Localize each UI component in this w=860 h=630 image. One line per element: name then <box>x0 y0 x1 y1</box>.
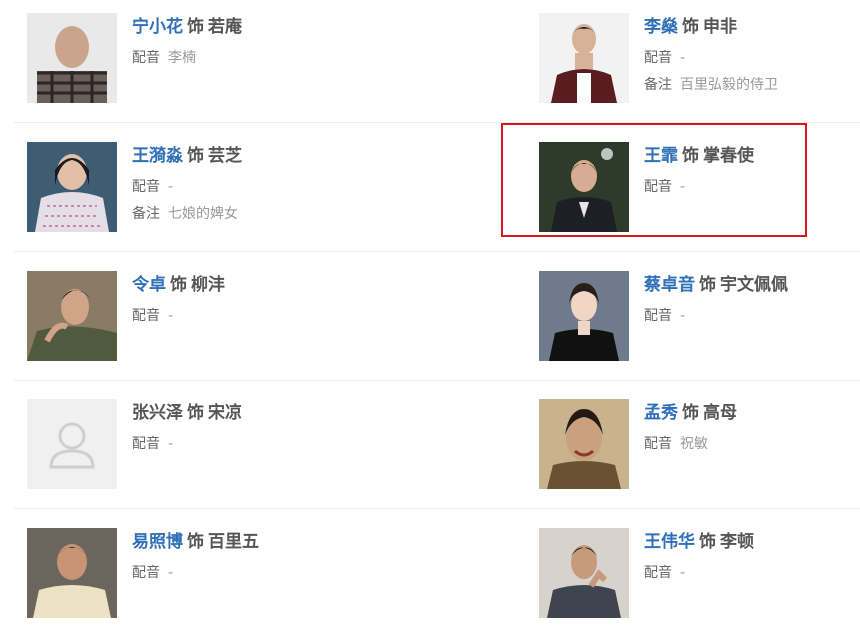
cast-name-line: 孟秀饰高母 <box>644 401 737 425</box>
cast-card: 王伟华饰李顿 配音 - <box>539 528 839 623</box>
role-name: 高母 <box>703 403 737 423</box>
cast-name-line: 李燊饰申非 <box>644 15 737 39</box>
note-value: 七娘的婢女 <box>168 206 238 222</box>
actor-photo[interactable] <box>539 399 629 489</box>
actor-photo[interactable] <box>27 13 117 103</box>
role-name: 申非 <box>703 17 737 37</box>
cast-name-line: 易照博饰百里五 <box>132 530 259 554</box>
actor-name-link[interactable]: 易照博 <box>132 532 183 552</box>
actor-photo[interactable] <box>27 528 117 618</box>
as-connector: 饰 <box>682 17 699 37</box>
dub-label: 配音 <box>132 308 160 324</box>
cast-card: 易照博饰百里五 配音 - <box>27 528 327 623</box>
cast-name-line: 宁小花饰若庵 <box>132 15 242 39</box>
note-value: 百里弘毅的侍卫 <box>680 77 778 93</box>
actor-name-link[interactable]: 王伟华 <box>644 532 695 552</box>
cast-name-line: 王漪淼饰芸芝 <box>132 144 242 168</box>
cast-card: 孟秀饰高母 配音 祝敏 <box>539 399 839 494</box>
dub-label: 配音 <box>644 565 672 581</box>
actor-name-link[interactable]: 王漪淼 <box>132 146 183 166</box>
as-connector: 饰 <box>187 403 204 423</box>
as-connector: 饰 <box>187 146 204 166</box>
cast-card: 王漪淼饰芸芝 配音 - 备注 七娘的婢女 <box>27 142 327 237</box>
as-connector: 饰 <box>699 275 716 295</box>
cast-card: 令卓饰柳沣 配音 - <box>27 271 327 366</box>
as-connector: 饰 <box>187 17 204 37</box>
highlight-box <box>501 123 807 237</box>
role-name: 李顿 <box>720 532 754 552</box>
dub-label: 配音 <box>132 50 160 66</box>
actor-name-link[interactable]: 孟秀 <box>644 403 678 423</box>
dub-line: 配音 祝敏 <box>644 434 708 454</box>
dub-line: 配音 - <box>644 48 685 68</box>
actor-photo[interactable] <box>539 528 629 618</box>
dub-line: 配音 - <box>132 563 173 583</box>
note-line: 备注 百里弘毅的侍卫 <box>644 75 778 95</box>
actor-name-link[interactable]: 蔡卓音 <box>644 275 695 295</box>
note-label: 备注 <box>132 206 160 222</box>
actor-name: 张兴泽 <box>132 403 183 423</box>
dub-label: 配音 <box>132 565 160 581</box>
dub-value: 李楠 <box>168 50 196 66</box>
as-connector: 饰 <box>682 403 699 423</box>
cast-card: 李燊饰申非 配音 - 备注 百里弘毅的侍卫 <box>539 13 839 108</box>
role-name: 宋凉 <box>208 403 242 423</box>
cast-card: 宁小花饰若庵 配音 李楠 <box>27 13 327 108</box>
cast-card: 张兴泽饰宋凉 配音 - <box>27 399 327 494</box>
actor-photo[interactable] <box>539 13 629 103</box>
dub-value: - <box>168 436 174 452</box>
role-name: 若庵 <box>208 17 242 37</box>
dub-value: 祝敏 <box>680 436 708 452</box>
cast-name-line: 令卓饰柳沣 <box>132 273 225 297</box>
actor-photo[interactable] <box>27 271 117 361</box>
cast-name-line: 蔡卓音饰宇文佩佩 <box>644 273 788 297</box>
role-name: 柳沣 <box>191 275 225 295</box>
as-connector: 饰 <box>699 532 716 552</box>
dub-line: 配音 李楠 <box>132 48 196 68</box>
as-connector: 饰 <box>187 532 204 552</box>
dub-line: 配音 - <box>132 306 173 326</box>
dub-line: 配音 - <box>644 563 685 583</box>
note-label: 备注 <box>644 77 672 93</box>
actor-name-link[interactable]: 宁小花 <box>132 17 183 37</box>
actor-name-link[interactable]: 令卓 <box>132 275 166 295</box>
cast-list: 宁小花饰若庵 配音 李楠 李燊饰申非 配音 - 备注 百里弘毅的侍卫 王漪淼 饰… <box>0 0 860 630</box>
note-line: 备注 七娘的婢女 <box>132 204 238 224</box>
dub-label: 配音 <box>644 436 672 452</box>
actor-photo[interactable] <box>539 271 629 361</box>
cast-card: 蔡卓音饰宇文佩佩 配音 - <box>539 271 839 366</box>
actor-photo[interactable] <box>27 142 117 232</box>
placeholder-avatar-icon[interactable] <box>27 399 117 489</box>
dub-label: 配音 <box>644 308 672 324</box>
dub-label: 配音 <box>644 50 672 66</box>
role-name: 芸芝 <box>208 146 242 166</box>
dub-value: - <box>680 308 686 324</box>
row-divider <box>14 380 860 381</box>
dub-value: - <box>680 565 686 581</box>
cast-name-line: 张兴泽饰宋凉 <box>132 401 242 425</box>
actor-name-link[interactable]: 李燊 <box>644 17 678 37</box>
dub-value: - <box>168 179 174 195</box>
dub-line: 配音 - <box>132 434 173 454</box>
row-divider <box>14 251 860 252</box>
cast-name-line: 王伟华饰李顿 <box>644 530 754 554</box>
role-name: 宇文佩佩 <box>720 275 788 295</box>
dub-line: 配音 - <box>132 177 173 197</box>
row-divider <box>14 508 860 509</box>
dub-value: - <box>680 50 686 66</box>
as-connector: 饰 <box>170 275 187 295</box>
dub-line: 配音 - <box>644 306 685 326</box>
role-name: 百里五 <box>208 532 259 552</box>
dub-label: 配音 <box>132 436 160 452</box>
dub-value: - <box>168 308 174 324</box>
dub-value: - <box>168 565 174 581</box>
dub-label: 配音 <box>132 179 160 195</box>
